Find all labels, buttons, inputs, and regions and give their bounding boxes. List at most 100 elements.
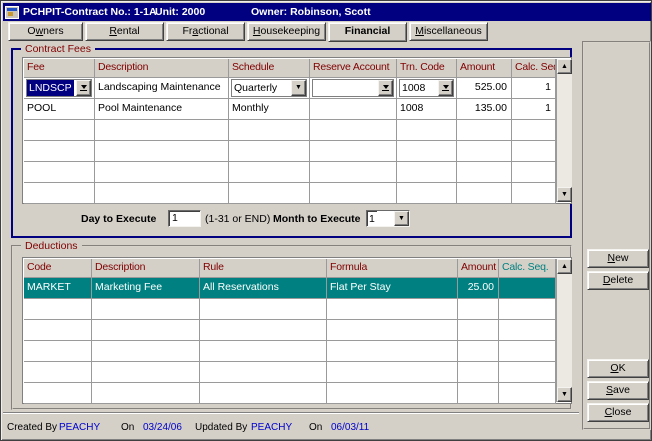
contract-fees-grid: Fee Description Schedule Reserve Account… (24, 59, 556, 204)
empty-row (24, 341, 556, 362)
col-header-trn-code: Trn. Code (397, 59, 457, 78)
deduction-formula-cell[interactable]: Flat Per Stay (327, 278, 458, 299)
deduction-description-cell[interactable]: Marketing Fee (92, 278, 200, 299)
day-to-execute-hint: (1-31 or END) (205, 213, 270, 225)
tab-owners[interactable]: Owners (8, 22, 83, 41)
empty-cell (310, 120, 397, 141)
scroll-down-icon[interactable]: ▼ (557, 387, 572, 402)
month-combo-value: 1 (367, 211, 377, 226)
fee-description-cell[interactable]: Pool Maintenance (95, 99, 229, 120)
deduction-row-market[interactable]: MARKET Marketing Fee All Reservations Fl… (24, 278, 556, 299)
tab-rental[interactable]: Rental (85, 22, 164, 41)
empty-cell (499, 320, 556, 341)
empty-cell (327, 383, 458, 404)
data-combo-arrow-icon (80, 85, 87, 91)
schedule-combo-value[interactable]: Quarterly (232, 80, 279, 96)
trn-code-value[interactable]: 1008 (400, 80, 427, 96)
fee-trn-code-cell[interactable]: 1008 (397, 99, 457, 120)
col-header-description: Description (92, 259, 200, 278)
empty-cell (24, 183, 95, 204)
fee-schedule-cell[interactable]: Quarterly ▼ (229, 78, 310, 99)
empty-cell (458, 299, 499, 320)
fee-code-cell[interactable]: LNDSCP (24, 78, 95, 99)
created-date-value: 03/24/06 (143, 422, 182, 433)
fee-code-cell[interactable]: POOL (24, 99, 95, 120)
empty-cell (327, 299, 458, 320)
month-combo-dropdown-button[interactable]: ▼ (394, 211, 409, 226)
col-header-amount: Amount (458, 259, 499, 278)
created-on-label: On (121, 422, 134, 433)
empty-cell (229, 162, 310, 183)
contract-window: PCHPIT-Contract No.: 1-1A Unit: 2000 Own… (0, 0, 652, 441)
empty-cell (499, 299, 556, 320)
scroll-up-icon[interactable]: ▲ (557, 59, 572, 74)
new-button[interactable]: New (587, 249, 649, 268)
save-button[interactable]: Save (587, 381, 649, 400)
contract-fees-header-row: Fee Description Schedule Reserve Account… (24, 59, 556, 78)
deduction-rule-cell[interactable]: All Reservations (200, 278, 327, 299)
created-by-value: PEACHY (59, 422, 100, 433)
deduction-code-cell[interactable]: MARKET (24, 278, 92, 299)
ok-button[interactable]: OK (587, 359, 649, 378)
tab-housekeeping[interactable]: Housekeeping (247, 22, 326, 41)
col-header-reserve-account: Reserve Account (310, 59, 397, 78)
trn-code-dropdown-button[interactable] (438, 80, 453, 96)
empty-cell (457, 120, 512, 141)
scroll-up-icon[interactable]: ▲ (557, 259, 572, 274)
day-to-execute-label: Day to Execute (81, 213, 156, 225)
empty-cell (310, 141, 397, 162)
tab-financial[interactable]: Financial (328, 22, 407, 42)
fee-calc-seq-cell[interactable]: 1 (512, 99, 556, 120)
day-to-execute-input[interactable]: 1 (168, 210, 201, 227)
updated-by-value: PEACHY (251, 422, 292, 433)
footer-divider (3, 412, 579, 414)
empty-cell (95, 141, 229, 162)
empty-cell (229, 141, 310, 162)
empty-cell (512, 162, 556, 183)
empty-cell (458, 383, 499, 404)
deductions-scrollbar[interactable]: ▲ ▼ (556, 259, 572, 402)
scroll-down-icon[interactable]: ▼ (557, 187, 572, 202)
empty-cell (200, 362, 327, 383)
updated-by-label: Updated By (195, 422, 247, 433)
fee-amount-cell[interactable]: 135.00 (457, 99, 512, 120)
empty-row (24, 383, 556, 404)
empty-cell (92, 383, 200, 404)
fee-trn-code-cell[interactable]: 1008 (397, 78, 457, 99)
deduction-calc-seq-cell[interactable] (499, 278, 556, 299)
contract-fees-scrollbar[interactable]: ▲ ▼ (556, 59, 572, 202)
empty-cell (499, 383, 556, 404)
empty-row (24, 183, 556, 204)
fee-amount-cell[interactable]: 525.00 (457, 78, 512, 99)
deduction-amount-cell[interactable]: 25.00 (458, 278, 499, 299)
empty-cell (397, 120, 457, 141)
created-by-label: Created By (7, 422, 57, 433)
fee-calc-seq-cell[interactable]: 1 (512, 78, 556, 99)
month-to-execute-combo[interactable]: 1 ▼ (366, 210, 410, 227)
col-header-calc-seq: Calc. Seq. (512, 59, 556, 78)
empty-cell (457, 141, 512, 162)
empty-cell (457, 183, 512, 204)
window-title: PCHPIT-Contract No.: 1-1A (23, 6, 157, 18)
dropdown-arrow-icon: ▼ (295, 79, 302, 97)
fee-reserve-account-cell[interactable] (310, 99, 397, 120)
empty-cell (458, 362, 499, 383)
tab-bar: Owners Rental Fractional Housekeeping Fi… (8, 22, 490, 42)
fee-description-cell[interactable]: Landscaping Maintenance (95, 78, 229, 99)
empty-cell (95, 183, 229, 204)
empty-cell (327, 320, 458, 341)
empty-cell (200, 383, 327, 404)
fee-reserve-account-cell[interactable] (310, 78, 397, 99)
empty-cell (92, 341, 200, 362)
empty-cell (95, 120, 229, 141)
reserve-account-dropdown-button[interactable] (378, 80, 393, 96)
fee-code-selected-text[interactable]: LNDSCP (27, 80, 74, 96)
tab-miscellaneous[interactable]: Miscellaneous (409, 22, 488, 41)
tab-fractional[interactable]: Fractional (166, 22, 245, 41)
empty-cell (24, 299, 92, 320)
empty-cell (24, 141, 95, 162)
fee-code-dropdown-button[interactable] (76, 80, 91, 96)
delete-button[interactable]: Delete (587, 271, 649, 290)
fee-schedule-cell[interactable]: Monthly (229, 99, 310, 120)
schedule-dropdown-button[interactable]: ▼ (291, 80, 306, 96)
